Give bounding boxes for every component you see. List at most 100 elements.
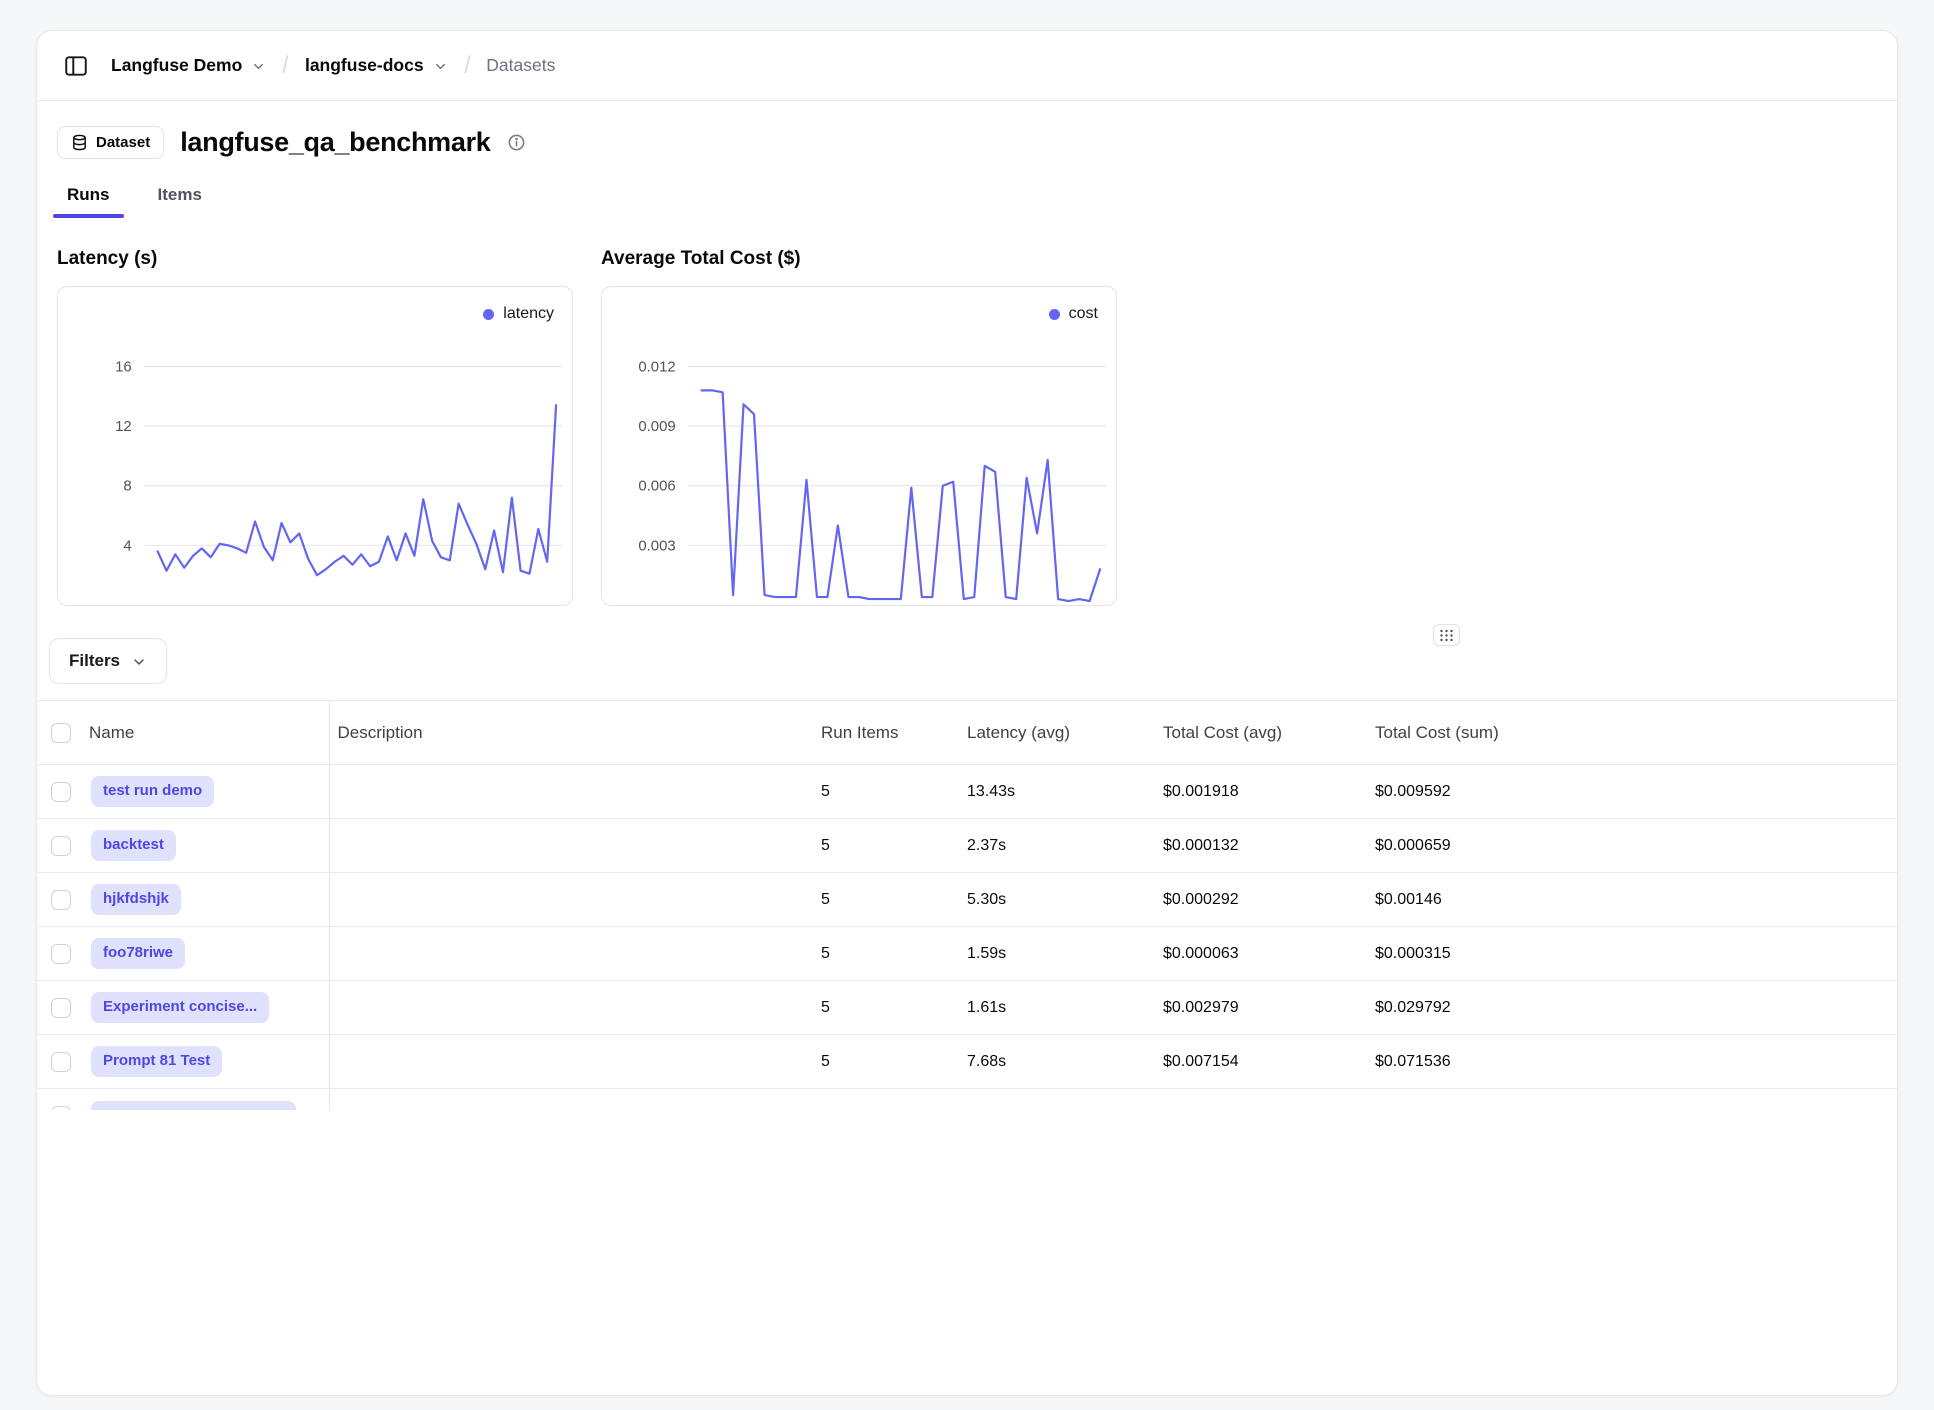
total-cost-avg-cell: $0.001918 — [1155, 765, 1367, 819]
row-checkbox-cell — [37, 765, 89, 819]
table-row[interactable]: test run demo 513.43s$0.001918$0.009592 — [37, 765, 1897, 819]
select-all-cell — [37, 701, 89, 765]
tab-items[interactable]: Items — [152, 185, 208, 218]
run-items-cell: 5 — [813, 765, 959, 819]
table-row[interactable]: backtest 52.37s$0.000132$0.000659 — [37, 819, 1897, 873]
cost-chart-block: Average Total Cost ($) cost 0.0030.0060.… — [601, 248, 1117, 606]
svg-text:16: 16 — [115, 358, 132, 375]
run-description-cell — [329, 1035, 813, 1089]
table-row-partial[interactable] — [37, 1089, 1897, 1111]
chevron-down-icon — [251, 59, 266, 74]
column-header-description[interactable]: Description — [329, 701, 813, 765]
total-cost-avg-cell: $0.000132 — [1155, 819, 1367, 873]
total-cost-sum-cell: $0.000659 — [1367, 819, 1897, 873]
header-section: Dataset langfuse_qa_benchmark Runs Items — [37, 101, 1897, 218]
column-header-name[interactable]: Name — [89, 701, 329, 765]
table-row[interactable]: Experiment concise...51.61s$0.002979$0.0… — [37, 981, 1897, 1035]
svg-text:0.003: 0.003 — [638, 537, 675, 554]
total-cost-avg-cell: $0.007154 — [1155, 1035, 1367, 1089]
total-cost-sum-cell: $0.00146 — [1367, 873, 1897, 927]
row-checkbox[interactable] — [51, 782, 71, 802]
chevron-down-icon — [131, 654, 147, 670]
run-description-cell — [329, 765, 813, 819]
app-window: Langfuse Demo / langfuse-docs / Datasets… — [36, 30, 1898, 1396]
column-header-total-cost-sum[interactable]: Total Cost (sum) — [1367, 701, 1897, 765]
row-checkbox-cell — [37, 981, 89, 1035]
empty-cell — [1367, 1089, 1897, 1111]
run-name-cell: foo78riwe — [89, 927, 329, 981]
total-cost-sum-cell: $0.029792 — [1367, 981, 1897, 1035]
table-row[interactable]: hjkfdshjk55.30s$0.000292$0.00146 — [37, 873, 1897, 927]
row-checkbox-cell — [37, 873, 89, 927]
column-header-latency-avg[interactable]: Latency (avg) — [959, 701, 1155, 765]
drag-handle-button[interactable] — [1433, 624, 1460, 646]
panel-left-icon — [63, 53, 89, 79]
svg-text:0.009: 0.009 — [638, 418, 675, 435]
run-name-badge[interactable]: test run demo — [91, 776, 214, 807]
legend-label: latency — [503, 305, 554, 323]
row-checkbox[interactable] — [51, 890, 71, 910]
column-header-run-items[interactable]: Run Items — [813, 701, 959, 765]
latency-line-plot: 481216 — [58, 287, 572, 605]
row-checkbox[interactable] — [51, 1052, 71, 1072]
run-items-cell: 5 — [813, 873, 959, 927]
run-name-badge[interactable]: backtest — [91, 830, 176, 861]
cost-line-plot: 0.0030.0060.0090.012 — [602, 287, 1116, 605]
runs-table-wrap: Name Description Run Items Latency (avg)… — [37, 700, 1897, 1110]
title-row: Dataset langfuse_qa_benchmark — [57, 119, 1877, 165]
table-row[interactable]: Prompt 81 Test 57.68s$0.007154$0.071536 — [37, 1035, 1897, 1089]
run-name-cell: hjkfdshjk — [89, 873, 329, 927]
breadcrumb-project-label: langfuse-docs — [305, 55, 424, 76]
empty-cell — [959, 1089, 1155, 1111]
legend-dot-icon — [483, 309, 494, 320]
run-name-badge[interactable]: hjkfdshjk — [91, 884, 181, 915]
cost-chart: cost 0.0030.0060.0090.012 — [601, 286, 1117, 606]
sidebar-toggle-button[interactable] — [63, 53, 89, 79]
row-checkbox-cell — [37, 1035, 89, 1089]
total-cost-sum-cell: $0.009592 — [1367, 765, 1897, 819]
run-name-badge[interactable] — [91, 1101, 296, 1110]
charts-section: Latency (s) latency 481216 Average Total… — [37, 218, 1897, 614]
table-row[interactable]: foo78riwe51.59s$0.000063$0.000315 — [37, 927, 1897, 981]
legend-dot-icon — [1049, 309, 1060, 320]
row-checkbox-cell — [37, 819, 89, 873]
breadcrumb-section: Datasets — [486, 55, 555, 76]
latency-chart-block: Latency (s) latency 481216 — [57, 248, 573, 606]
breadcrumb-project[interactable]: langfuse-docs — [305, 55, 448, 76]
run-items-cell: 5 — [813, 1035, 959, 1089]
row-checkbox[interactable] — [51, 1106, 71, 1111]
run-name-badge[interactable]: foo78riwe — [91, 938, 185, 969]
latency-avg-cell: 7.68s — [959, 1035, 1155, 1089]
run-description-cell — [329, 981, 813, 1035]
latency-chart: latency 481216 — [57, 286, 573, 606]
info-icon[interactable] — [507, 133, 526, 152]
latency-avg-cell: 2.37s — [959, 819, 1155, 873]
run-items-cell: 5 — [813, 981, 959, 1035]
page-title: langfuse_qa_benchmark — [180, 127, 490, 158]
svg-text:12: 12 — [115, 418, 132, 435]
row-checkbox-cell — [37, 1089, 89, 1111]
svg-text:8: 8 — [123, 478, 131, 495]
filters-button-label: Filters — [69, 651, 120, 671]
dataset-badge-label: Dataset — [96, 134, 150, 151]
run-items-cell: 5 — [813, 819, 959, 873]
run-description-cell — [329, 819, 813, 873]
latency-avg-cell: 13.43s — [959, 765, 1155, 819]
filters-button[interactable]: Filters — [49, 638, 167, 684]
database-icon — [71, 134, 88, 151]
total-cost-sum-cell: $0.071536 — [1367, 1035, 1897, 1089]
breadcrumb-org[interactable]: Langfuse Demo — [111, 55, 266, 76]
column-header-total-cost-avg[interactable]: Total Cost (avg) — [1155, 701, 1367, 765]
tab-runs[interactable]: Runs — [61, 185, 116, 218]
total-cost-sum-cell: $0.000315 — [1367, 927, 1897, 981]
cost-chart-title: Average Total Cost ($) — [601, 248, 1117, 270]
breadcrumb: Langfuse Demo / langfuse-docs / Datasets — [111, 52, 555, 80]
row-checkbox[interactable] — [51, 998, 71, 1018]
run-name-badge[interactable]: Prompt 81 Test — [91, 1046, 222, 1077]
run-name-badge[interactable]: Experiment concise... — [91, 992, 269, 1023]
row-checkbox[interactable] — [51, 944, 71, 964]
select-all-checkbox[interactable] — [51, 723, 71, 743]
row-checkbox[interactable] — [51, 836, 71, 856]
svg-text:0.012: 0.012 — [638, 358, 675, 375]
runs-table: Name Description Run Items Latency (avg)… — [37, 700, 1897, 1110]
